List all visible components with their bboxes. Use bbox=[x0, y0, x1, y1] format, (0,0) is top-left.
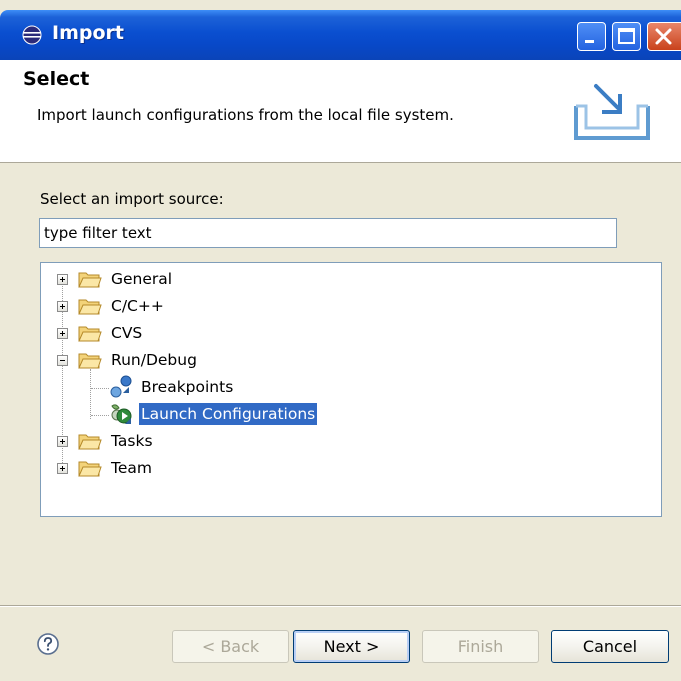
title-bar[interactable]: Import bbox=[0, 10, 681, 60]
expand-icon[interactable] bbox=[57, 463, 68, 474]
import-source-tree[interactable]: General C/C++ CVS Run/Debug Breakpoints … bbox=[40, 262, 662, 517]
tree-item-cvs[interactable]: CVS bbox=[41, 321, 661, 345]
tree-item-run-debug[interactable]: Run/Debug bbox=[41, 348, 661, 372]
tree-item-launch-configurations[interactable]: Launch Configurations bbox=[41, 402, 661, 426]
folder-icon bbox=[78, 461, 102, 477]
close-icon bbox=[655, 28, 672, 45]
tree-item-label: Breakpoints bbox=[141, 378, 234, 396]
folder-icon bbox=[78, 272, 102, 288]
tree-item-general[interactable]: General bbox=[41, 267, 661, 291]
page-description: Import launch configurations from the lo… bbox=[37, 106, 454, 124]
maximize-icon bbox=[618, 28, 635, 44]
window-title: Import bbox=[52, 22, 124, 44]
tree-item-tasks[interactable]: Tasks bbox=[41, 429, 661, 453]
minimize-button[interactable] bbox=[577, 22, 606, 51]
page-title: Select bbox=[23, 68, 90, 90]
filter-input[interactable] bbox=[39, 218, 617, 248]
tree-item-c-cpp[interactable]: C/C++ bbox=[41, 294, 661, 318]
folder-icon bbox=[78, 434, 102, 450]
folder-icon bbox=[78, 299, 102, 315]
import-source-label: Select an import source: bbox=[40, 190, 224, 208]
open-folder-icon bbox=[78, 353, 102, 369]
expand-icon[interactable] bbox=[57, 328, 68, 339]
tree-item-breakpoints[interactable]: Breakpoints bbox=[41, 375, 661, 399]
finish-button[interactable]: Finish bbox=[422, 630, 539, 663]
tree-item-team[interactable]: Team bbox=[41, 456, 661, 480]
expand-icon[interactable] bbox=[57, 436, 68, 447]
launch-configurations-icon bbox=[111, 404, 132, 424]
back-button[interactable]: < Back bbox=[172, 630, 289, 663]
footer-separator bbox=[0, 605, 681, 607]
tree-item-label: Run/Debug bbox=[111, 351, 197, 369]
close-button[interactable] bbox=[647, 22, 681, 51]
folder-icon bbox=[78, 326, 102, 342]
cancel-button[interactable]: Cancel bbox=[551, 630, 669, 663]
tree-item-label: General bbox=[111, 270, 173, 288]
minimize-icon bbox=[585, 40, 594, 43]
expand-icon[interactable] bbox=[57, 301, 68, 312]
tree-item-label: Team bbox=[111, 459, 152, 477]
eclipse-icon bbox=[22, 25, 42, 45]
import-dialog: Import Select Import launch configuratio… bbox=[0, 0, 681, 681]
help-icon[interactable] bbox=[36, 632, 60, 656]
maximize-button[interactable] bbox=[612, 22, 641, 51]
expand-icon[interactable] bbox=[57, 274, 68, 285]
tree-item-label: Launch Configurations bbox=[139, 403, 318, 425]
breakpoints-icon bbox=[110, 375, 132, 398]
tree-item-label: CVS bbox=[111, 324, 143, 342]
tree-item-label: Tasks bbox=[111, 432, 153, 450]
next-button[interactable]: Next > bbox=[293, 630, 410, 663]
collapse-icon[interactable] bbox=[57, 355, 68, 366]
tree-item-label: C/C++ bbox=[111, 297, 164, 315]
wizard-header: Select Import launch configurations from… bbox=[0, 60, 681, 163]
import-wizard-icon bbox=[574, 84, 650, 140]
